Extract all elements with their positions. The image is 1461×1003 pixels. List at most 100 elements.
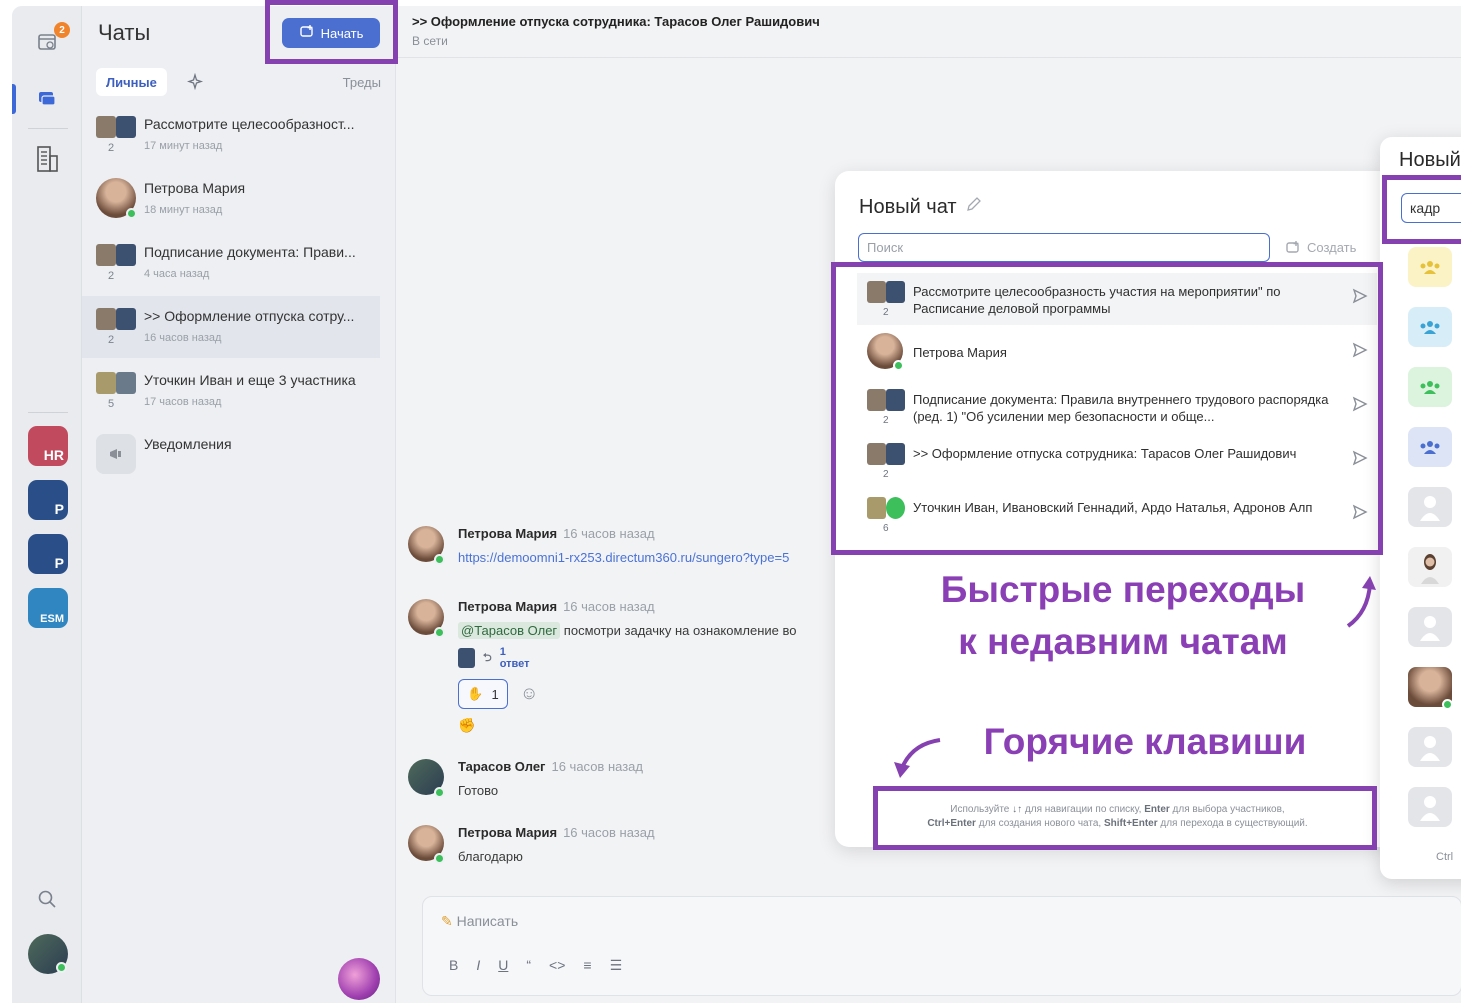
tab-threads[interactable]: Треды bbox=[343, 68, 381, 96]
online-indicator bbox=[434, 627, 445, 638]
chat-name: Уведомления bbox=[144, 436, 232, 452]
bullet-list-button[interactable]: ☰ bbox=[610, 957, 623, 974]
chat-status: В сети bbox=[412, 34, 448, 48]
composer-placeholder: ✎ Написать bbox=[441, 913, 519, 929]
edit-pencil-icon[interactable] bbox=[965, 195, 983, 219]
chats-icon[interactable] bbox=[30, 82, 64, 116]
group-avatar bbox=[96, 308, 136, 330]
online-indicator bbox=[434, 787, 445, 798]
chat-list-item[interactable]: Уведомления bbox=[82, 424, 380, 486]
send-icon[interactable] bbox=[1351, 341, 1369, 359]
search-icon[interactable] bbox=[30, 882, 64, 916]
group-icon[interactable] bbox=[1408, 367, 1452, 407]
arrow-up-icon bbox=[1346, 576, 1376, 628]
message-composer[interactable]: ✎ Написать B I U “ <> ≡ ☰ bbox=[422, 896, 1461, 996]
member-count: 2 bbox=[108, 334, 115, 346]
avatar bbox=[458, 648, 475, 668]
dialog-title: Новый чат bbox=[859, 195, 983, 219]
new-chat-icon bbox=[1286, 240, 1299, 253]
recent-chat-item[interactable]: Петрова Мария bbox=[857, 327, 1377, 379]
member-count: 5 bbox=[108, 398, 115, 410]
chat-time: 17 часов назад bbox=[144, 396, 222, 408]
user-placeholder-icon[interactable] bbox=[1408, 607, 1452, 647]
tab-personal[interactable]: Личные bbox=[96, 68, 167, 96]
group-icon[interactable] bbox=[1408, 427, 1452, 467]
recent-chat-item[interactable]: 2 Рассмотрите целесообразность участия н… bbox=[857, 273, 1377, 325]
member-count: 6 bbox=[883, 523, 889, 534]
code-button[interactable]: <> bbox=[549, 957, 565, 974]
chat-header: >> Оформление отпуска сотрудника: Тарасо… bbox=[396, 6, 1461, 58]
online-indicator bbox=[56, 962, 67, 973]
recent-chat-item[interactable]: 6 Уточкин Иван, Ивановский Геннадий, Ард… bbox=[857, 489, 1377, 541]
search-input[interactable]: Поиск bbox=[858, 233, 1270, 262]
reply-count: 1 ответ bbox=[499, 646, 530, 670]
group-avatar bbox=[96, 244, 136, 266]
underline-button[interactable]: U bbox=[498, 957, 508, 974]
user-placeholder-icon[interactable] bbox=[1408, 487, 1452, 527]
start-chat-button[interactable]: Начать bbox=[282, 18, 380, 48]
user-placeholder-icon[interactable] bbox=[1408, 787, 1452, 827]
new-chat-icon bbox=[299, 24, 315, 43]
member-count: 2 bbox=[108, 270, 115, 282]
member-count: 2 bbox=[108, 142, 115, 154]
group-avatar bbox=[867, 443, 905, 467]
chat-list-item[interactable]: 2 Подписание документа: Прави... 4 часа … bbox=[82, 232, 380, 294]
group-avatar bbox=[867, 389, 905, 413]
avatar[interactable] bbox=[1408, 547, 1452, 587]
chat-list-item[interactable]: 5 Уточкин Иван и еще 3 участника 17 часо… bbox=[82, 360, 380, 422]
format-toolbar: B I U “ <> ≡ ☰ bbox=[449, 957, 622, 974]
chat-time: 16 часов назад bbox=[144, 332, 222, 344]
building-icon[interactable] bbox=[30, 142, 64, 176]
message-link[interactable]: https://demoomni1-rx253.directum360.ru/s… bbox=[458, 550, 789, 565]
quote-button[interactable]: “ bbox=[526, 957, 531, 974]
ordered-list-button[interactable]: ≡ bbox=[583, 957, 591, 974]
chat-name: Подписание документа: Правила внутреннег… bbox=[913, 392, 1329, 424]
chat-name: Уточкин Иван и еще 3 участника bbox=[144, 372, 356, 388]
recent-chat-item[interactable]: 2 Подписание документа: Правила внутренн… bbox=[857, 381, 1377, 433]
group-icon[interactable] bbox=[1408, 247, 1452, 287]
add-reaction-icon[interactable]: ☺ bbox=[520, 683, 538, 704]
chat-time: 4 часа назад bbox=[144, 268, 210, 280]
search-input-filled[interactable]: кадр bbox=[1401, 193, 1461, 223]
message-text: благодарю bbox=[458, 849, 523, 864]
chat-name: Рассмотрите целесообразност... bbox=[144, 116, 355, 132]
reaction-button[interactable]: ✋ 1 bbox=[458, 679, 508, 709]
hr-app-icon[interactable]: HR bbox=[28, 426, 68, 466]
online-indicator bbox=[434, 853, 445, 864]
chat-name: Петрова Мария bbox=[144, 180, 246, 196]
new-chat-dialog-search: Новый кадр Ctrl bbox=[1380, 137, 1461, 879]
assistant-bubble[interactable] bbox=[338, 958, 380, 1000]
chat-name: Петрова Мария bbox=[913, 345, 1007, 360]
italic-button[interactable]: I bbox=[476, 957, 480, 974]
message-author: Петрова Мария 16 часов назад bbox=[458, 825, 655, 840]
chat-list-item[interactable]: Петрова Мария 18 минут назад bbox=[82, 168, 380, 230]
create-chat-button[interactable]: Создать bbox=[1285, 233, 1356, 262]
thread-reply[interactable]: ⮌ 1 ответ bbox=[458, 646, 533, 670]
send-icon[interactable] bbox=[1351, 449, 1369, 467]
message-text: Готово bbox=[458, 783, 499, 798]
dialog-title: Новый bbox=[1399, 149, 1461, 171]
mention[interactable]: @Тарасов Олег bbox=[458, 622, 561, 639]
online-indicator bbox=[126, 208, 137, 219]
send-icon[interactable] bbox=[1351, 503, 1369, 521]
user-placeholder-icon[interactable] bbox=[1408, 727, 1452, 767]
group-icon[interactable] bbox=[1408, 307, 1452, 347]
rail-divider bbox=[28, 412, 68, 413]
chat-list-item[interactable]: 2 Рассмотрите целесообразност... 17 мину… bbox=[82, 104, 380, 166]
active-indicator bbox=[12, 84, 16, 114]
p-app-icon-2[interactable]: P bbox=[28, 534, 68, 574]
arrow-down-icon bbox=[894, 738, 941, 778]
member-count: 2 bbox=[883, 415, 889, 426]
send-icon[interactable] bbox=[1351, 287, 1369, 305]
online-indicator bbox=[893, 360, 904, 371]
bold-button[interactable]: B bbox=[449, 957, 458, 974]
group-avatar bbox=[867, 497, 905, 521]
chat-list-item-selected[interactable]: 2 >> Оформление отпуска сотру... 16 часо… bbox=[82, 296, 380, 358]
calendar-badge: 2 bbox=[54, 22, 70, 38]
send-icon[interactable] bbox=[1351, 395, 1369, 413]
sparkle-icon[interactable] bbox=[180, 68, 212, 96]
ok-hand-icon: ✋ bbox=[467, 686, 484, 701]
esm-app-icon[interactable]: ESM bbox=[28, 588, 68, 628]
recent-chat-item[interactable]: 2 >> Оформление отпуска сотрудника: Тара… bbox=[857, 435, 1377, 487]
p-app-icon[interactable]: P bbox=[28, 480, 68, 520]
